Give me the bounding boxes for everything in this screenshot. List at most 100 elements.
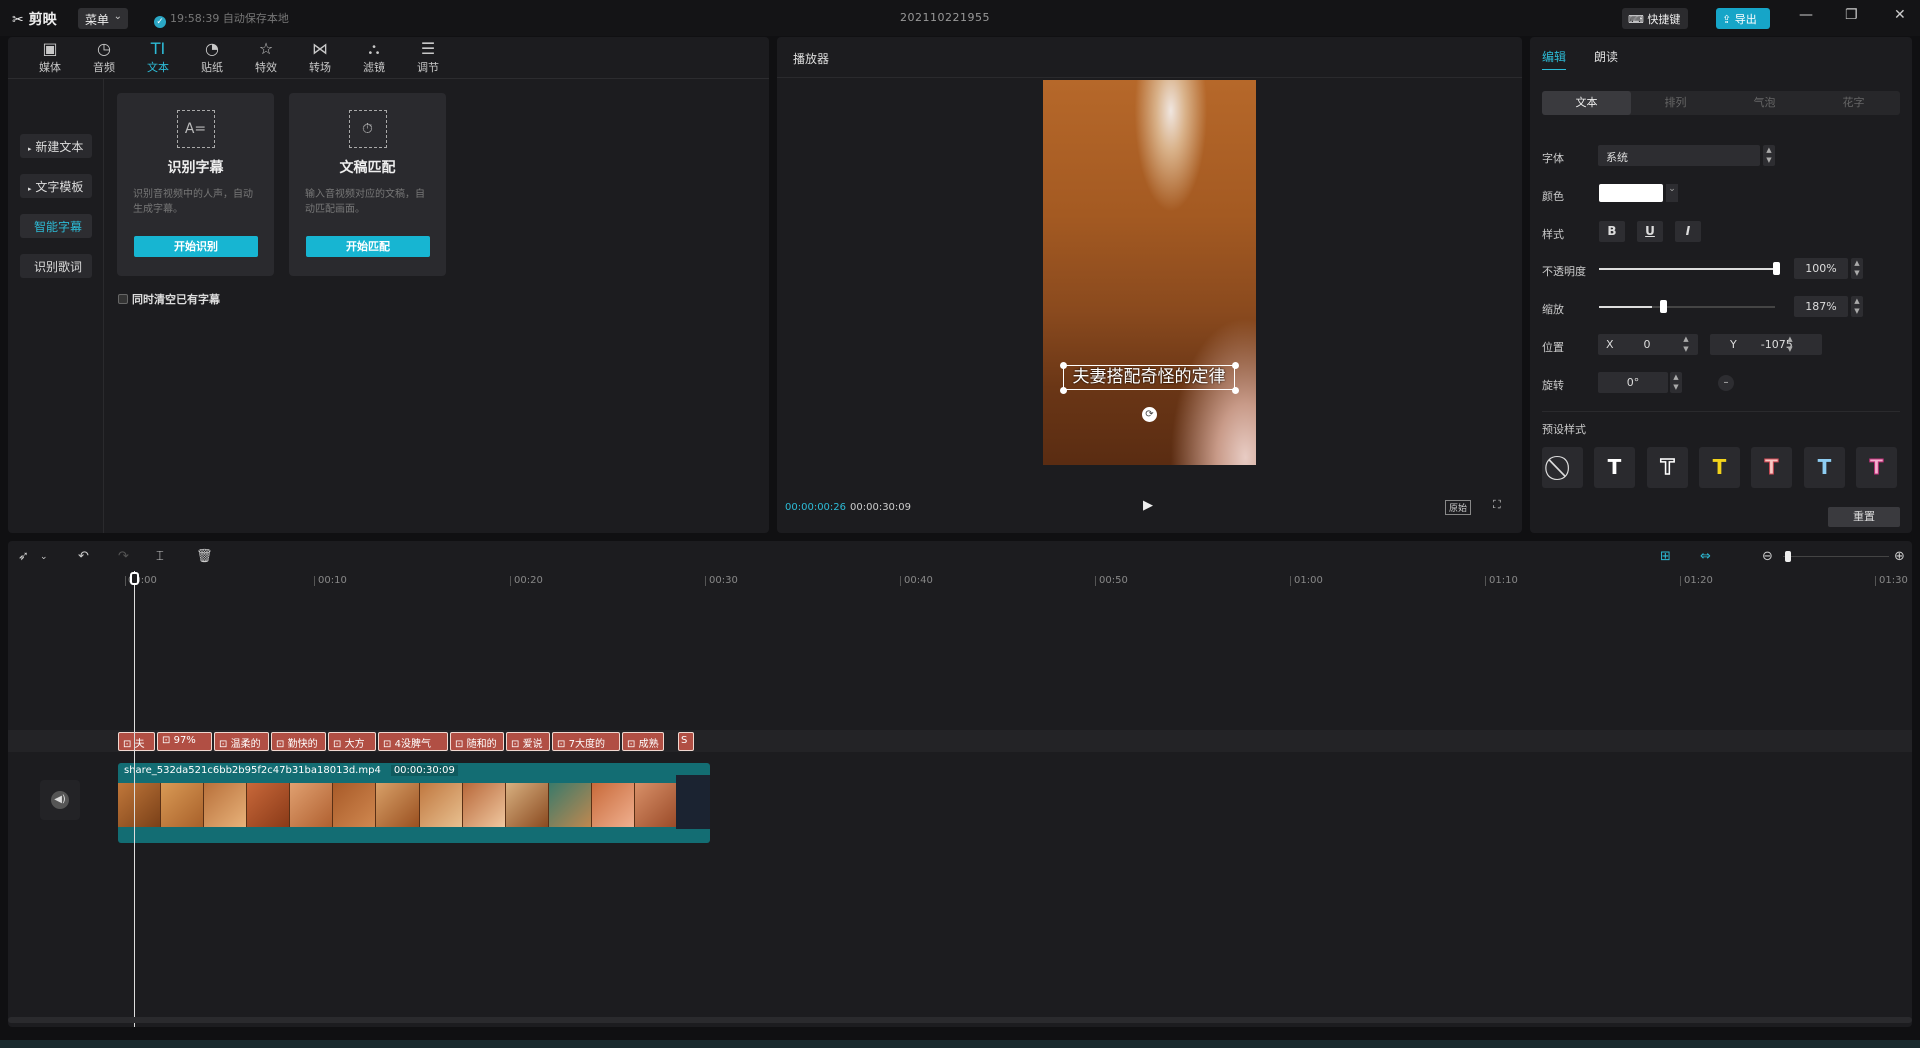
position-y-input[interactable]: Y -1075: [1710, 334, 1822, 355]
rotate-stepper-icon[interactable]: ▲ ▼: [1670, 372, 1682, 393]
subtab-bubble[interactable]: 气泡: [1720, 91, 1809, 115]
video-clip[interactable]: share_532da521c6bb2b95f2c47b31ba18013d.m…: [118, 763, 710, 843]
subtitle-clip[interactable]: ⊡ 97%: [157, 732, 212, 751]
tool-audio[interactable]: ◷ 音频: [81, 39, 127, 75]
zoom-slider[interactable]: [1783, 556, 1889, 557]
font-select-stepper-icon[interactable]: ▲ ▼: [1763, 145, 1775, 166]
snap-icon[interactable]: ⊞: [1660, 549, 1671, 564]
minimize-icon[interactable]: —: [1799, 7, 1813, 23]
time-ruler[interactable]: 00:00 00:10 00:20 00:30 00:40 00:50 01:0…: [8, 573, 1912, 593]
redo-icon[interactable]: ↷: [118, 549, 129, 564]
sidebar-item-auto-captions[interactable]: 智能字幕: [20, 214, 92, 238]
play-icon[interactable]: ▶: [1143, 498, 1157, 513]
subtitle-clip[interactable]: ⊡ 7大度的: [552, 732, 620, 751]
clear-existing-checkbox[interactable]: 同时清空已有字幕: [118, 291, 220, 307]
scale-slider-knob[interactable]: [1660, 300, 1667, 313]
mute-track-button[interactable]: ◀): [40, 780, 80, 820]
font-select[interactable]: 系统: [1598, 145, 1760, 166]
scale-stepper-icon[interactable]: ▲ ▼: [1851, 296, 1863, 317]
scale-input[interactable]: 187%: [1794, 296, 1848, 317]
subtitle-clip[interactable]: ⊡ 勤快的: [271, 732, 326, 751]
resize-handle-tl[interactable]: [1060, 362, 1067, 369]
y-stepper-icon[interactable]: ▲ ▼: [1784, 334, 1796, 355]
menu-button[interactable]: 菜单 ⌄: [78, 8, 128, 29]
preset-pink-outline-icon[interactable]: T: [1751, 447, 1792, 488]
zoom-out-icon[interactable]: ⊖: [1762, 549, 1773, 564]
tool-media[interactable]: ▣ 媒体: [27, 39, 73, 75]
preset-blue-icon[interactable]: T: [1804, 447, 1845, 488]
start-match-button[interactable]: 开始匹配: [306, 236, 430, 257]
sidebar-item-lyrics[interactable]: 识别歌词: [20, 254, 92, 278]
opacity-stepper-icon[interactable]: ▲ ▼: [1851, 258, 1863, 279]
subtab-fancy-text[interactable]: 花字: [1809, 91, 1898, 115]
zoom-in-icon[interactable]: ⊕: [1894, 549, 1905, 564]
select-cursor-icon[interactable]: ➶: [18, 549, 29, 564]
x-stepper-icon[interactable]: ▲ ▼: [1680, 334, 1692, 355]
clip-label: 夫: [134, 739, 145, 750]
export-button[interactable]: ⇪ 导出: [1716, 8, 1770, 29]
rotate-handle-icon[interactable]: ⟳: [1142, 407, 1157, 422]
resize-handle-tr[interactable]: [1232, 362, 1239, 369]
start-recognize-button[interactable]: 开始识别: [134, 236, 258, 257]
close-icon[interactable]: ✕: [1894, 7, 1906, 23]
subtitle-clip[interactable]: ⊡ 大方: [328, 732, 376, 751]
shortcut-button[interactable]: ⌨ 快捷键: [1622, 8, 1688, 29]
undo-icon[interactable]: ↶: [78, 549, 89, 564]
preset-white-icon[interactable]: T: [1594, 447, 1635, 488]
opacity-input[interactable]: 100%: [1794, 258, 1848, 279]
restore-icon[interactable]: ❐: [1845, 7, 1858, 23]
aspect-ratio-button[interactable]: 原始: [1445, 500, 1472, 515]
playhead-handle[interactable]: [130, 572, 139, 585]
opacity-slider-knob[interactable]: [1773, 262, 1780, 275]
subtab-arrange[interactable]: 排列: [1631, 91, 1720, 115]
preset-outline-icon[interactable]: T: [1647, 447, 1688, 488]
playhead[interactable]: [134, 571, 135, 1027]
link-icon[interactable]: ⇔: [1700, 549, 1711, 564]
subtab-text[interactable]: 文本: [1542, 91, 1631, 115]
subtitle-clip[interactable]: ⊡ 夫: [118, 732, 155, 751]
sidebar-item-new-text[interactable]: ▸ 新建文本: [20, 134, 92, 158]
chevron-down-icon[interactable]: ⌄: [40, 552, 48, 562]
tab-edit[interactable]: 编辑: [1542, 48, 1566, 65]
tool-text[interactable]: TI 文本: [135, 39, 181, 75]
subtitle-text-box[interactable]: 夫妻搭配奇怪的定律: [1063, 365, 1235, 390]
scale-slider-fill[interactable]: [1599, 306, 1652, 308]
color-swatch[interactable]: [1599, 184, 1663, 202]
rotate-dial-icon[interactable]: –: [1718, 375, 1734, 391]
fullscreen-icon[interactable]: ⛶: [1493, 498, 1501, 512]
timeline-scrollbar[interactable]: [8, 1017, 1912, 1023]
zoom-slider-knob[interactable]: [1785, 551, 1791, 562]
italic-button[interactable]: I: [1675, 221, 1701, 242]
resize-handle-bl[interactable]: [1060, 387, 1067, 394]
rotate-input[interactable]: 0°: [1598, 372, 1668, 393]
preset-pink-icon[interactable]: T: [1856, 447, 1897, 488]
opacity-slider[interactable]: [1599, 268, 1775, 270]
card-title: 识别字幕: [167, 160, 224, 176]
x-value: 0: [1643, 338, 1651, 351]
chevron-down-icon[interactable]: ⌄: [1666, 184, 1678, 202]
sidebar-item-text-template[interactable]: ▸ 文字模板: [20, 174, 92, 198]
tab-read-aloud[interactable]: 朗读: [1594, 48, 1618, 65]
subtitle-clip[interactable]: S: [678, 732, 694, 751]
delete-icon[interactable]: 🗑: [196, 549, 213, 564]
subtitle-clip[interactable]: ⊡ 成熟: [622, 732, 664, 751]
tool-adjust[interactable]: ☰ 调节: [405, 39, 451, 75]
subtitle-clip[interactable]: ⊡ 温柔的: [214, 732, 269, 751]
resize-handle-br[interactable]: [1232, 387, 1239, 394]
tool-filter[interactable]: ⛬ 滤镜: [351, 39, 397, 75]
tool-transition[interactable]: ⋈ 转场: [297, 39, 343, 75]
resource-panel: ▣ 媒体 ◷ 音频 TI 文本 ◔ 贴纸 ☆ 特效 ⋈ 转场 ⛬ 滤镜 ☰ 调节 ▸ 新建文本 …: [8, 37, 769, 533]
card-title: 文稿匹配: [339, 160, 396, 176]
subtitle-clip[interactable]: ⊡ 爱说: [506, 732, 550, 751]
preset-none-icon[interactable]: ⃠: [1542, 447, 1583, 488]
subtitle-clip[interactable]: ⊡ 4没脾气: [378, 732, 448, 751]
split-icon[interactable]: ⌶: [156, 549, 164, 564]
subtitle-clip[interactable]: ⊡ 随和的: [450, 732, 504, 751]
preset-yellow-icon[interactable]: T: [1699, 447, 1740, 488]
tool-effects[interactable]: ☆ 特效: [243, 39, 289, 75]
underline-button[interactable]: U: [1637, 221, 1663, 242]
bold-button[interactable]: B: [1599, 221, 1625, 242]
scale-slider-track[interactable]: [1652, 306, 1775, 308]
reset-button[interactable]: 重置: [1828, 507, 1900, 527]
tool-sticker[interactable]: ◔ 贴纸: [189, 39, 235, 75]
